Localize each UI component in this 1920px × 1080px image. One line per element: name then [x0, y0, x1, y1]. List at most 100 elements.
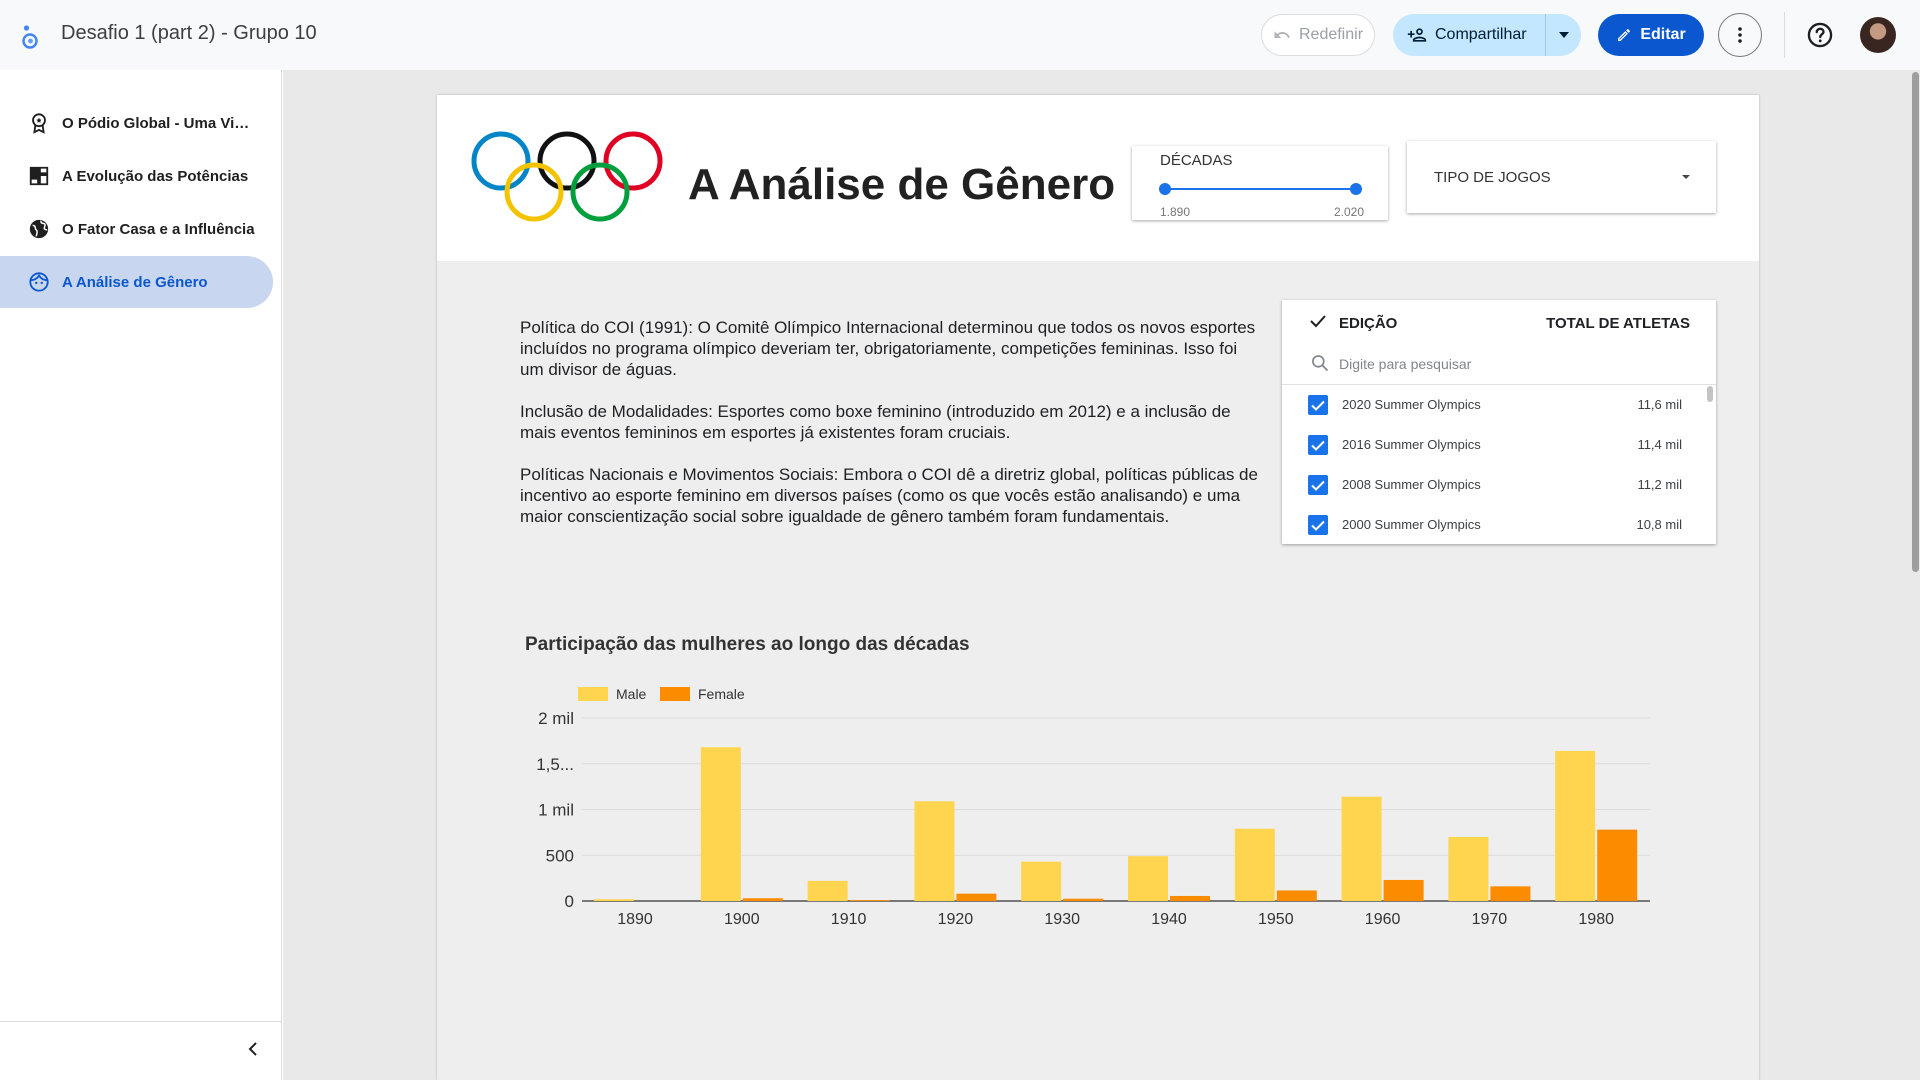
edition-name: 2008 Summer Olympics — [1342, 477, 1481, 492]
add-person-icon — [1407, 28, 1427, 42]
face-icon — [29, 272, 49, 292]
sidebar-item-fator-casa[interactable]: O Fator Casa e a Influência — [0, 203, 273, 255]
legend-label-female: Female — [698, 686, 745, 702]
x-tick-label: 1960 — [1365, 911, 1401, 928]
table-row[interactable]: 2008 Summer Olympics 11,2 mil — [1282, 465, 1716, 505]
bar-female-1950 — [1276, 890, 1317, 901]
page-title: A Análise de Gênero — [688, 160, 1116, 209]
undo-icon — [1274, 31, 1290, 38]
bar-male-1960 — [1341, 796, 1382, 901]
column-header-edition[interactable]: EDIÇÃO — [1339, 315, 1397, 332]
policy-text-block: Política do COI (1991): O Comitê Olímpic… — [520, 317, 1260, 548]
sidebar-item-label: O Fator Casa e a Influência — [62, 220, 255, 238]
bar-female-1960 — [1383, 879, 1424, 901]
paragraph-national-policies: Políticas Nacionais e Movimentos Sociais… — [520, 465, 1258, 526]
bar-female-1970 — [1490, 886, 1531, 901]
x-tick-label: 1980 — [1578, 911, 1614, 928]
x-tick-label: 1890 — [617, 911, 653, 928]
table-row[interactable]: 2000 Summer Olympics 10,8 mil — [1282, 505, 1716, 544]
athlete-total: 11,2 mil — [1637, 477, 1682, 492]
check-icon — [1311, 480, 1325, 491]
sidebar-item-label: O Pódio Global - Uma Visão Geral — [62, 114, 257, 132]
check-icon — [1311, 520, 1325, 531]
dashboard-icon — [29, 166, 49, 186]
decades-slider-control[interactable]: DÉCADAS 1.890 2.020 — [1132, 146, 1388, 220]
more-options-button[interactable] — [1718, 13, 1762, 57]
sidebar-divider — [0, 1021, 282, 1022]
bar-male-1890 — [594, 899, 634, 901]
bar-male-1900 — [700, 747, 741, 901]
sidebar-item-label: A Evolução das Potências — [62, 167, 249, 185]
legend-label-male: Male — [616, 686, 647, 702]
sidebar-item-podio-global[interactable]: O Pódio Global - Uma Visão Geral — [0, 97, 273, 149]
sidebar-item-label: A Análise de Gênero — [62, 273, 208, 291]
bar-female-1930 — [1063, 898, 1104, 901]
y-tick-label: 2 mil — [538, 709, 574, 728]
edit-label: Editar — [1640, 26, 1686, 43]
gender-participation-chart: Male Female 0 500 1 mil 1,5... 2 mil 1890 1900 19… — [536, 686, 1650, 928]
bar-male-1930 — [1021, 861, 1062, 901]
reset-button[interactable]: Redefinir — [1261, 14, 1375, 56]
bar-female-1940 — [1170, 895, 1210, 901]
row-checkbox[interactable] — [1308, 475, 1328, 495]
bar-male-1970 — [1448, 836, 1489, 901]
edit-button[interactable]: Editar — [1598, 14, 1704, 56]
table-row[interactable]: 2020 Summer Olympics 11,6 mil — [1282, 385, 1716, 425]
share-button[interactable]: Compartilhar — [1393, 14, 1581, 56]
x-tick-label: 1940 — [1151, 911, 1187, 928]
legend-swatch-female — [660, 687, 690, 701]
x-tick-label: 1910 — [831, 911, 867, 928]
share-dropdown-button[interactable] — [1545, 14, 1581, 56]
bar-female-1920 — [956, 893, 997, 901]
looker-studio-logo[interactable] — [18, 22, 42, 50]
bar-female-1910 — [849, 900, 890, 901]
document-title[interactable]: Desafio 1 (part 2) - Grupo 10 — [61, 22, 317, 45]
slider-label: DÉCADAS — [1160, 152, 1233, 169]
row-checkbox[interactable] — [1308, 395, 1328, 415]
collapse-sidebar-icon[interactable] — [243, 1039, 263, 1059]
user-avatar[interactable] — [1860, 17, 1896, 53]
search-input[interactable] — [1339, 353, 1639, 375]
check-icon — [1311, 400, 1325, 411]
slider-max-handle[interactable] — [1350, 183, 1362, 195]
x-tick-label: 1900 — [724, 911, 760, 928]
bar-male-1950 — [1234, 828, 1275, 901]
slider-min-handle[interactable] — [1159, 183, 1171, 195]
row-checkbox[interactable] — [1308, 435, 1328, 455]
sidebar: O Pódio Global - Uma Visão Geral A Evolu… — [0, 70, 282, 1080]
more-vert-icon — [1738, 27, 1742, 43]
edition-name: 2000 Summer Olympics — [1342, 517, 1481, 532]
top-bar: Desafio 1 (part 2) - Grupo 10 Redefinir … — [0, 0, 1920, 70]
olympic-rings-logo — [471, 131, 663, 222]
select-all-check-icon[interactable] — [1310, 314, 1326, 328]
bar-male-1940 — [1128, 856, 1168, 901]
share-main[interactable]: Compartilhar — [1393, 14, 1545, 56]
legend-swatch-male — [578, 687, 608, 701]
paragraph-coi-policy: Política do COI (1991): O Comitê Olímpic… — [520, 318, 1256, 379]
athlete-total: 10,8 mil — [1636, 517, 1682, 532]
athlete-total: 11,6 mil — [1637, 397, 1682, 412]
dropdown-label: TIPO DE JOGOS — [1434, 169, 1551, 186]
table-search — [1282, 342, 1716, 385]
table-row[interactable]: 2016 Summer Olympics 11,4 mil — [1282, 425, 1716, 465]
dropdown-caret-icon — [1682, 175, 1690, 179]
x-tick-label: 1920 — [938, 911, 974, 928]
x-tick-label: 1970 — [1472, 911, 1508, 928]
sidebar-item-analise-genero[interactable]: A Análise de Gênero — [0, 256, 273, 308]
y-tick-label: 0 — [565, 892, 574, 911]
slider-track[interactable] — [1164, 188, 1356, 190]
table-scrollbar-thumb[interactable] — [1707, 386, 1713, 402]
y-tick-label: 1,5... — [536, 755, 574, 774]
bar-male-1980 — [1555, 750, 1596, 901]
bar-female-1980 — [1597, 829, 1638, 901]
column-header-total[interactable]: TOTAL DE ATLETAS — [1546, 315, 1690, 332]
pencil-icon — [1618, 28, 1631, 41]
row-checkbox[interactable] — [1308, 515, 1328, 535]
share-label: Compartilhar — [1435, 26, 1527, 43]
canvas-scrollbar-thumb[interactable] — [1912, 72, 1919, 572]
y-tick-label: 1 mil — [538, 801, 574, 820]
bar-male-1910 — [807, 880, 848, 901]
sidebar-item-evolucao[interactable]: A Evolução das Potências — [0, 150, 273, 202]
help-icon[interactable] — [1806, 21, 1834, 49]
games-type-dropdown[interactable]: TIPO DE JOGOS — [1407, 141, 1716, 213]
